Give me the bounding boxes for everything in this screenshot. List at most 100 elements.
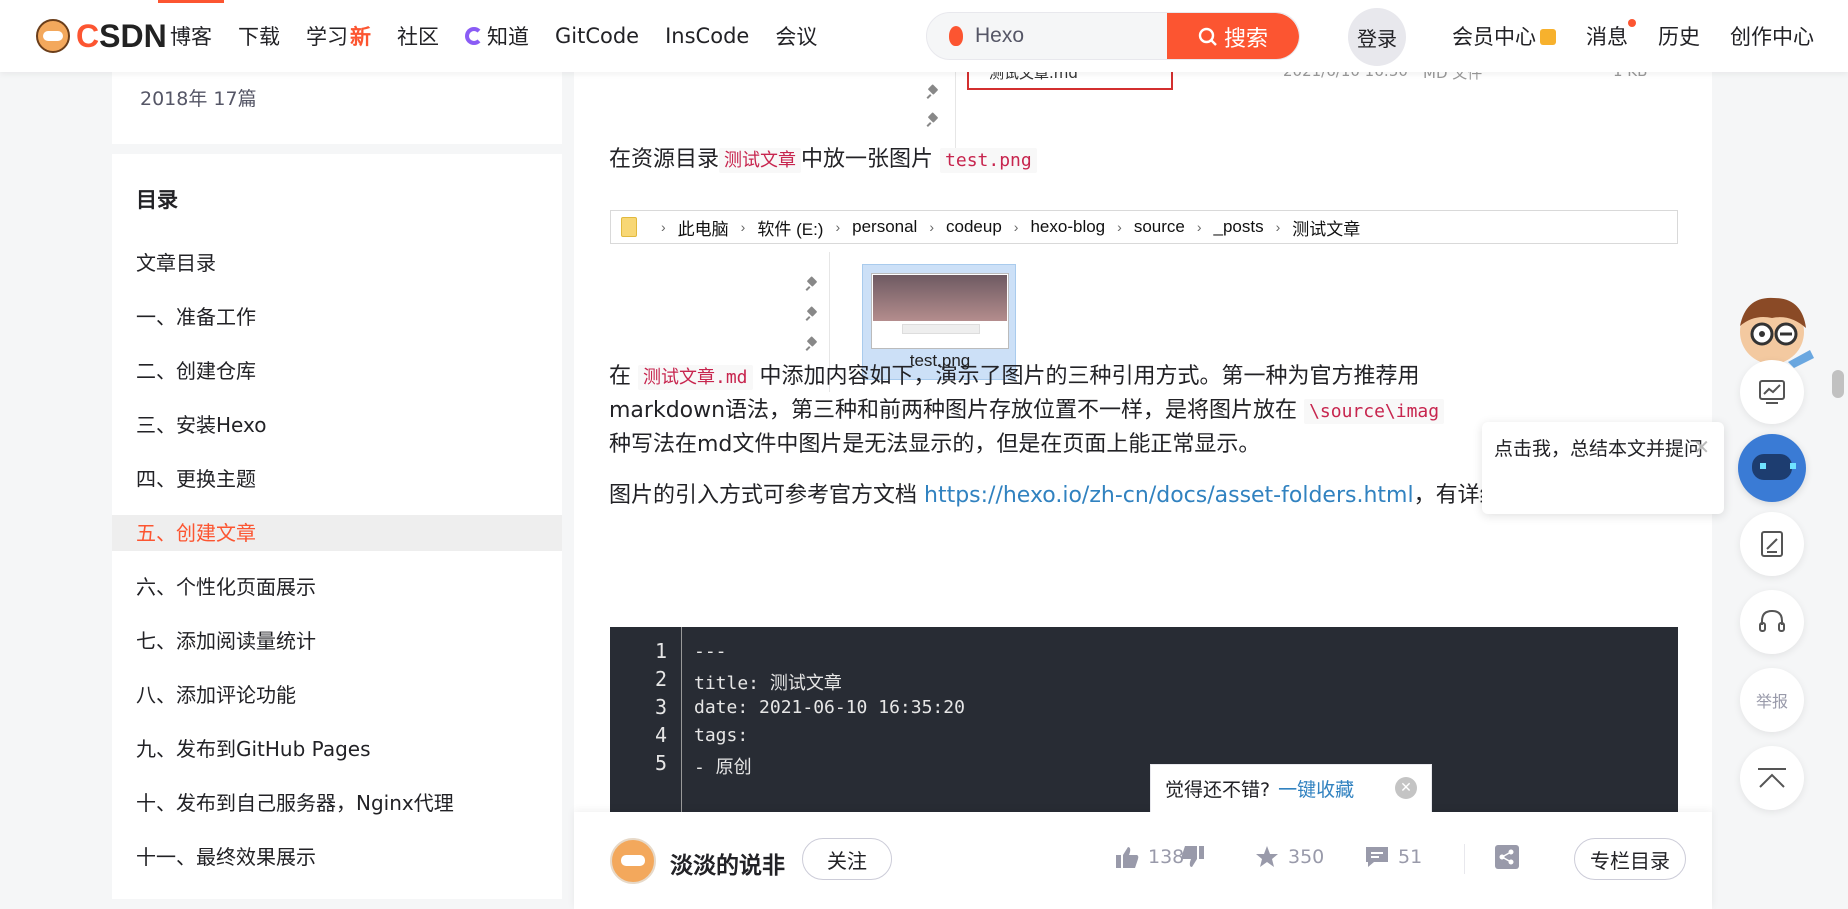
- pin-icon: [806, 308, 818, 320]
- toc-item[interactable]: 九、发布到GitHub Pages: [112, 722, 562, 776]
- chevron-right-icon: ›: [661, 219, 666, 235]
- scrollbar-track[interactable]: [1832, 0, 1848, 909]
- author-name[interactable]: 淡淡的说非: [670, 846, 785, 880]
- back-to-top-button[interactable]: [1740, 746, 1804, 810]
- file-date: 2021/6/10 16:50: [1283, 72, 1408, 80]
- toc-item[interactable]: 三、安装Hexo: [112, 398, 562, 452]
- nav-zhidao[interactable]: 知道: [465, 0, 529, 72]
- search-input[interactable]: [975, 13, 1175, 59]
- chevron-right-icon: ›: [1117, 219, 1122, 235]
- dislike-button[interactable]: [1180, 844, 1214, 870]
- ai-summary-tooltip[interactable]: 点击我，总结本文并提问 ✕: [1482, 422, 1724, 514]
- code-line: title: 测试文章: [694, 673, 842, 694]
- pin-icon: [806, 278, 818, 290]
- comment-icon: [1366, 847, 1388, 867]
- nav-community[interactable]: 社区: [397, 0, 439, 72]
- report-button[interactable]: 举报: [1740, 668, 1804, 732]
- hot-fire-icon: [949, 26, 963, 46]
- pin-icon: [806, 338, 818, 350]
- nav-download[interactable]: 下载: [238, 0, 280, 72]
- file-type: MD 文件: [1423, 72, 1483, 82]
- nav-inscode[interactable]: InsCode: [665, 0, 749, 72]
- toc-item[interactable]: 二、创建仓库: [112, 344, 562, 398]
- inline-code: \source\imag: [1304, 399, 1445, 424]
- customer-service-button[interactable]: [1740, 590, 1804, 654]
- search-button[interactable]: 搜索: [1167, 13, 1299, 59]
- inline-code: 测试文章.md: [638, 365, 753, 390]
- close-icon[interactable]: ✕: [1693, 430, 1710, 464]
- folder-icon: [621, 217, 637, 237]
- code-line: date: 2021-06-10 16:35:20: [694, 697, 965, 718]
- main-nav: 博客 下载 学习新 社区 知道 GitCode InsCode 会议: [158, 0, 843, 72]
- file-size: 1 KB: [1613, 72, 1647, 80]
- share-button[interactable]: [1494, 844, 1528, 870]
- divider: [955, 72, 956, 152]
- chevron-right-icon: ›: [1196, 219, 1202, 235]
- toc-item[interactable]: 七、添加阅读量统计: [112, 614, 562, 668]
- toc-item[interactable]: 四、更换主题: [112, 452, 562, 506]
- nav-meeting[interactable]: 会议: [775, 0, 817, 72]
- user-nav: 会员中心 消息 历史 创作中心: [1452, 0, 1844, 72]
- nav-gitcode[interactable]: GitCode: [555, 0, 639, 72]
- toc-item[interactable]: 八、添加评论功能: [112, 668, 562, 722]
- nav-vip-center[interactable]: 会员中心: [1452, 21, 1556, 51]
- pin-icon: [927, 114, 939, 126]
- avatar[interactable]: [610, 838, 656, 884]
- arrow-up-icon: [1758, 768, 1786, 788]
- toc-item[interactable]: 十、发布到自己服务器，Nginx代理: [112, 776, 562, 830]
- logo-text: CSDN: [76, 17, 167, 54]
- code-line: tags:: [694, 725, 749, 746]
- explorer-screenshot-top: 测试文章.md 2021/6/10 16:50 MD 文件 1 KB: [823, 72, 1701, 152]
- search-icon: [1198, 27, 1217, 46]
- paragraph-reference: 图片的引入方式可参考官方文档 https://hexo.io/zh-cn/doc…: [609, 483, 1568, 508]
- article-toolbar: 淡淡的说非 关注 138 350 51 专栏目录: [574, 812, 1712, 909]
- scrollbar-thumb[interactable]: [1832, 370, 1844, 398]
- nav-messages[interactable]: 消息: [1586, 19, 1636, 51]
- nav-blog[interactable]: 博客: [158, 0, 224, 72]
- one-click-favorite-link[interactable]: 一键收藏: [1278, 775, 1354, 802]
- like-button[interactable]: 138: [1114, 844, 1184, 870]
- gift-icon: [1540, 29, 1556, 45]
- paragraph-resource-dir: 在资源目录 测试文章 中放一张图片 test.png: [609, 141, 1037, 180]
- zhidao-icon: [465, 27, 483, 45]
- chevron-right-icon: ›: [835, 219, 841, 235]
- toc-item[interactable]: 十一、最终效果展示: [112, 830, 562, 884]
- chevron-right-icon: ›: [740, 219, 746, 235]
- toc-item[interactable]: 一、准备工作: [112, 290, 562, 344]
- table-of-contents: 目录 文章目录 一、准备工作 二、创建仓库 三、安装Hexo 四、更换主题 五、…: [112, 154, 562, 899]
- code-line: ---: [694, 641, 727, 662]
- column-toc-button[interactable]: 专栏目录: [1574, 838, 1686, 880]
- archive-year-link[interactable]: 2018年 17篇: [140, 84, 257, 111]
- edit-icon: [1761, 531, 1783, 557]
- explorer-breadcrumb: › 此电脑 › 软件 (E:) › personal › codeup › hexo-bl…: [610, 210, 1678, 244]
- comment-button[interactable]: 51: [1364, 844, 1422, 870]
- nav-history[interactable]: 历史: [1658, 21, 1700, 51]
- write-button[interactable]: [1740, 512, 1804, 576]
- highlighted-file-row: 测试文章.md: [967, 72, 1173, 90]
- nav-creator-center[interactable]: 创作中心: [1730, 21, 1814, 51]
- close-icon[interactable]: ✕: [1395, 777, 1417, 799]
- paragraph-line: 种写法在md文件中图片是无法显示的，但是在页面上能正常显示。: [609, 432, 1261, 457]
- ai-assistant-robot-icon[interactable]: [1738, 434, 1806, 502]
- toc-item-active[interactable]: 五、创建文章: [112, 515, 562, 551]
- login-button[interactable]: 登录: [1348, 8, 1406, 66]
- divider: [1464, 844, 1465, 874]
- code-block: 1 2 3 4 5 --- title: 测试文章 date: 2021-06-…: [610, 627, 1678, 812]
- thumbs-down-icon: [1181, 846, 1204, 867]
- archive-card: 2018年 17篇: [112, 72, 562, 144]
- code-line: - 原创: [694, 757, 752, 778]
- follow-button[interactable]: 关注: [802, 838, 892, 880]
- favorite-button[interactable]: 350: [1254, 844, 1324, 870]
- nav-learn[interactable]: 学习新: [306, 0, 371, 72]
- data-trend-button[interactable]: [1740, 360, 1804, 424]
- csdn-logo[interactable]: CSDN: [36, 16, 167, 56]
- toc-item[interactable]: 文章目录: [112, 236, 562, 290]
- top-navbar: CSDN 博客 下载 学习新 社区 知道 GitCode InsCode 会议 …: [0, 0, 1848, 72]
- toc-title: 目录: [136, 188, 178, 212]
- unread-dot: [1628, 19, 1636, 27]
- toc-item[interactable]: 六、个性化页面展示: [112, 560, 562, 614]
- docs-link[interactable]: https://hexo.io/zh-cn/docs/asset-folders…: [924, 483, 1414, 508]
- headset-icon: [1759, 609, 1785, 632]
- pin-icon: [927, 86, 939, 98]
- chart-icon: [1759, 380, 1785, 404]
